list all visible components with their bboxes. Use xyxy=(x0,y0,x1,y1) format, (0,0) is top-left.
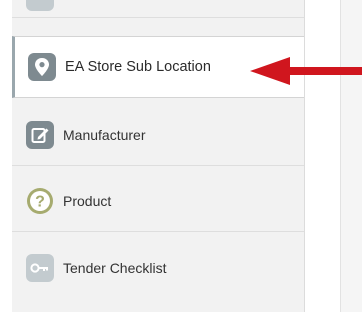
sidebar-item-tender-checklist[interactable]: Tender Checklist xyxy=(12,237,304,299)
sidebar-item-label: Manufacturer xyxy=(63,126,146,143)
question-circle-icon: ? xyxy=(26,187,54,215)
screenshot-stage: EA Store Sub Location Manufacturer ? Pro… xyxy=(0,0,362,312)
sidebar-item-partial[interactable] xyxy=(12,0,304,18)
svg-text:?: ? xyxy=(35,193,45,210)
content-panel-edge xyxy=(340,0,362,312)
annotation-arrow-icon xyxy=(250,57,362,85)
edit-icon xyxy=(26,120,54,149)
partial-item-icon xyxy=(26,0,54,11)
sidebar-item-manufacturer[interactable]: Manufacturer xyxy=(12,104,304,166)
location-pin-icon xyxy=(28,53,56,81)
key-icon xyxy=(26,254,54,282)
sidebar-item-label: Tender Checklist xyxy=(63,260,167,276)
sidebar-item-label: Product xyxy=(63,192,112,209)
sidebar-item-product[interactable]: ? Product xyxy=(12,170,304,232)
sidebar-item-label: EA Store Sub Location xyxy=(65,59,211,75)
